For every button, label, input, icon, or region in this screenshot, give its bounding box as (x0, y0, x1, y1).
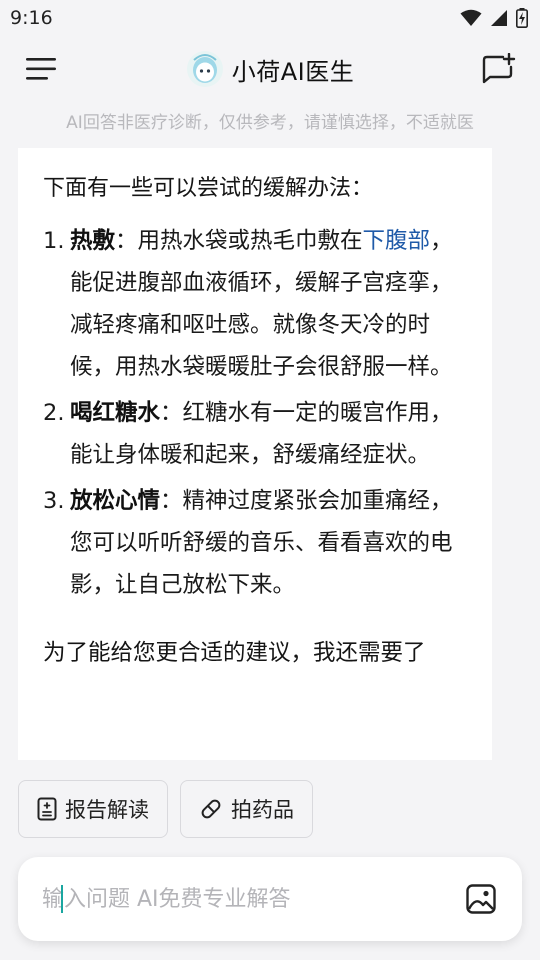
chip-label: 报告解读 (65, 798, 149, 822)
question-input[interactable] (42, 886, 442, 912)
photo-medicine-button[interactable]: 拍药品 (180, 780, 313, 838)
text-cursor (61, 885, 63, 913)
message-intro: 下面有一些可以尝试的缓解办法： (43, 176, 374, 201)
tip-separator: ： (115, 228, 138, 254)
app-title: 小荷AI医生 (231, 57, 355, 86)
list-item: 1. 热敷：用热水袋或热毛巾敷在下腹部，能促进腹部血液循环，缓解子宫痉挛，减轻疼… (43, 220, 468, 388)
pill-icon (201, 799, 221, 819)
quick-actions: 报告解读 拍药品 (18, 780, 313, 838)
assistant-message: 下面有一些可以尝试的缓解办法： 1. 热敷：用热水袋或热毛巾敷在下腹部，能促进腹… (18, 148, 492, 760)
list-item-number: 3. (43, 488, 65, 514)
doctor-avatar-icon (186, 51, 223, 87)
wifi-icon (460, 9, 482, 26)
brand: 小荷AI医生 (186, 50, 355, 88)
new-chat-button[interactable] (482, 53, 516, 85)
report-icon (37, 797, 57, 821)
tip-text: 用热水袋或热毛巾敷在 (137, 228, 363, 254)
tip-separator: ： (160, 400, 183, 426)
menu-button[interactable] (26, 56, 58, 82)
list-item-body: 喝红糖水：红糖水有一定的暖宫作用，能让身体暖和起来，舒缓痛经症状。 (70, 392, 468, 476)
report-interpret-button[interactable]: 报告解读 (18, 780, 168, 838)
tip-title: 热敷 (70, 228, 116, 254)
image-icon (466, 884, 496, 914)
list-item-body: 热敷：用热水袋或热毛巾敷在下腹部，能促进腹部血液循环，缓解子宫痉挛，减轻疼痛和呕… (70, 220, 468, 388)
menu-icon (26, 58, 56, 80)
list-item: 2. 喝红糖水：红糖水有一定的暖宫作用，能让身体暖和起来，舒缓痛经症状。 (43, 392, 468, 476)
chip-label: 拍药品 (231, 798, 294, 822)
list-item: 3. 放松心情：精神过度紧张会加重痛经，您可以听听舒缓的音乐、看看喜欢的电影，让… (43, 480, 468, 606)
tips-list: 1. 热敷：用热水袋或热毛巾敷在下腹部，能促进腹部血液循环，缓解子宫痉挛，减轻疼… (43, 220, 468, 606)
tip-title: 放松心情 (70, 488, 161, 514)
status-bar: 9:16 (0, 0, 540, 36)
status-time: 9:16 (10, 7, 53, 29)
status-icons (460, 8, 528, 28)
tip-separator: ： (160, 488, 183, 514)
new-chat-icon (482, 53, 516, 84)
list-item-number: 1. (43, 228, 65, 254)
highlight-link[interactable]: 下腹部 (363, 228, 431, 254)
tip-title: 喝红糖水 (70, 400, 161, 426)
cellular-signal-icon (491, 10, 507, 26)
list-item-number: 2. (43, 400, 65, 426)
list-item-body: 放松心情：精神过度紧张会加重痛经，您可以听听舒缓的音乐、看看喜欢的电影，让自己放… (70, 480, 468, 606)
battery-charging-icon (516, 8, 528, 28)
app-header: 小荷AI医生 (0, 36, 540, 102)
upload-image-button[interactable] (466, 884, 496, 914)
disclaimer-text: AI回答非医疗诊断，仅供参考，请谨慎选择，不适就医 (66, 113, 474, 133)
message-outro: 为了能给您更合适的建议，我还需要了 (43, 640, 426, 666)
chat-input-bar (18, 857, 522, 941)
